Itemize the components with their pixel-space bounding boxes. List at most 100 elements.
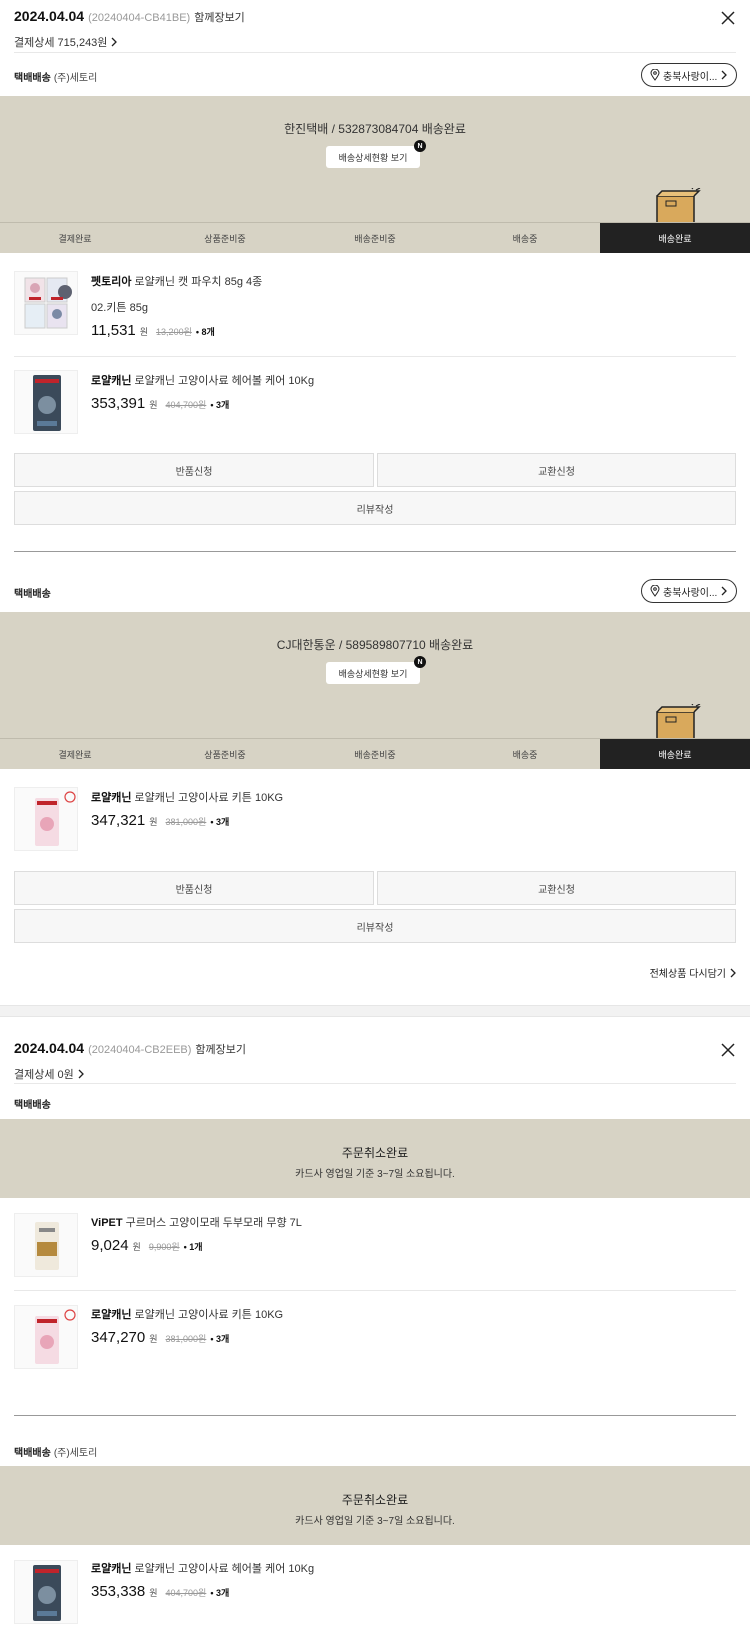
step-delivered: 배송완료 [600, 223, 750, 253]
location-button[interactable]: 충북사랑이... [641, 579, 737, 603]
product-price: 347,270 [91, 1329, 146, 1346]
close-icon[interactable] [719, 9, 737, 27]
reorder-all-link[interactable]: 전체상품 다시담기 [650, 965, 736, 980]
shipment-title: 택배배송 [14, 589, 51, 600]
product-thumbnail[interactable] [14, 787, 78, 851]
section-divider [0, 1005, 750, 1017]
product-quantity: • 3개 [210, 1588, 230, 1598]
tracking-number: 한진택배 / 532873084704 배송완료 [284, 122, 466, 136]
payment-detail-link[interactable]: 결제상세 0원 [14, 1066, 85, 1082]
tracking-banner: 한진택배 / 532873084704 배송완료 배송상세현황 보기 N [0, 96, 750, 223]
new-badge: N [414, 140, 426, 152]
chevron-right-icon [78, 1069, 84, 1079]
product-quantity: • 3개 [210, 817, 230, 827]
chevron-right-icon [721, 70, 728, 80]
shipment-type: 택배배송 [14, 73, 51, 84]
close-icon[interactable] [719, 1041, 737, 1059]
product-brand: 로얄캐닌 [91, 375, 132, 387]
product-price: 347,321 [91, 812, 146, 829]
product-name[interactable]: 펫토리아 로얄캐닌 캣 파우치 85g 4종 [91, 273, 262, 289]
step-preparing-product: 상품준비중 [204, 233, 246, 244]
product-quantity: • 3개 [210, 1334, 230, 1344]
product-thumbnail[interactable] [14, 370, 78, 434]
product-quantity: • 8개 [195, 327, 215, 337]
location-pin-icon [650, 69, 660, 81]
food-bag-image [33, 1565, 61, 1621]
step-paid: 결제완료 [58, 233, 92, 244]
product-title: 로얄캐닌 고양이사료 키튼 10KG [134, 1309, 284, 1321]
product-brand: 로얄캐닌 [91, 1309, 132, 1321]
seller-name: (주)세토리 [53, 73, 98, 84]
product-name[interactable]: 로얄캐닌 로얄캐닌 고양이사료 키튼 10KG [91, 789, 283, 805]
currency-unit: 원 [149, 400, 158, 410]
write-review-button[interactable]: 리뷰작성 [14, 491, 736, 525]
delivery-steps: 결제완료 상품준비중 배송준비중 배송중 배송완료 [0, 738, 750, 769]
product-title: 로얄캐닌 캣 파우치 85g 4종 [134, 276, 263, 288]
price-row: 9,024 원 9,900원 • 1개 [91, 1237, 203, 1254]
currency-unit: 원 [139, 327, 149, 337]
location-pin-icon [650, 585, 660, 597]
currency-unit: 원 [149, 1588, 158, 1598]
product-brand: 로얄캐닌 [91, 1563, 132, 1575]
step-in-transit: 배송중 [512, 233, 538, 244]
step-preparing-delivery: 배송준비중 [354, 233, 396, 244]
order-header: 2024.04.04 (20240404-CB2EEB) 함께장보기 [14, 1040, 246, 1057]
product-price: 353,338 [91, 1583, 146, 1600]
box-icon [656, 704, 701, 739]
return-request-button[interactable]: 반품신청 [14, 871, 374, 905]
food-bag-image [33, 375, 61, 431]
product-price: 353,391 [91, 395, 146, 412]
step-in-transit: 배송중 [512, 749, 538, 760]
new-badge: N [414, 656, 426, 668]
price-row: 353,391 원 404,700원 • 3개 [91, 395, 229, 412]
product-title: 로얄캐닌 고양이사료 헤어볼 케어 10Kg [134, 1563, 315, 1575]
product-thumbnail[interactable] [14, 271, 78, 335]
step-preparing-delivery: 배송준비중 [354, 749, 396, 760]
original-price: 9,900원 [148, 1242, 180, 1252]
delivery-steps: 결제완료 상품준비중 배송준비중 배송중 배송완료 [0, 222, 750, 253]
product-name[interactable]: 로얄캐닌 로얄캐닌 고양이사료 키튼 10KG [91, 1306, 283, 1322]
location-label: 충북사랑이... [663, 587, 718, 599]
product-quantity: • 3개 [210, 400, 230, 410]
product-price: 11,531 [91, 322, 136, 339]
product-thumbnail[interactable] [14, 1560, 78, 1624]
step-paid: 결제완료 [58, 749, 92, 760]
return-request-button[interactable]: 반품신청 [14, 453, 374, 487]
currency-unit: 원 [149, 1334, 158, 1344]
shipment-type: 택배배송 [14, 1448, 51, 1459]
product-brand: ViPET [91, 1217, 123, 1229]
shipment-title: 택배배송 (주)세토리 [14, 69, 97, 84]
location-button[interactable]: 충북사랑이... [641, 63, 737, 87]
delivery-detail-button[interactable]: 배송상세현황 보기 [326, 146, 420, 168]
exchange-request-button[interactable]: 교환신청 [377, 453, 736, 487]
order-date: 2024.04.04 [14, 8, 85, 24]
product-title: 구르머스 고양이모래 두부모래 무향 7L [125, 1217, 302, 1229]
original-price: 13,200원 [156, 327, 192, 337]
product-thumbnail[interactable] [14, 1305, 78, 1369]
product-brand: 로얄캐닌 [91, 792, 132, 804]
product-thumbnail[interactable] [14, 1213, 78, 1277]
shipment-title: 택배배송 [14, 1100, 51, 1111]
tracking-number: CJ대한통운 / 589589807710 배송완료 [276, 638, 474, 652]
product-quantity: • 1개 [183, 1242, 203, 1252]
currency-unit: 원 [149, 817, 158, 827]
exchange-request-button[interactable]: 교환신청 [377, 871, 736, 905]
product-title: 로얄캐닌 고양이사료 키튼 10KG [134, 792, 284, 804]
write-review-button[interactable]: 리뷰작성 [14, 909, 736, 943]
together-shopping-label: 함께장보기 [195, 1044, 247, 1056]
cat-pouch-image [24, 277, 72, 329]
kitten-food-image [35, 791, 76, 846]
original-price: 381,000원 [165, 1334, 207, 1344]
payment-detail-link[interactable]: 결제상세 715,243원 [14, 34, 118, 50]
product-name[interactable]: ViPET 구르머스 고양이모래 두부모래 무향 7L [91, 1214, 302, 1230]
original-price: 404,700원 [165, 400, 207, 410]
reorder-all-label: 전체상품 다시담기 [649, 969, 726, 980]
product-price: 9,024 [91, 1237, 129, 1254]
product-name[interactable]: 로얄캐닌 로얄캐닌 고양이사료 헤어볼 케어 10Kg [91, 1560, 314, 1576]
price-row: 11,531 원 13,200원 • 8개 [91, 322, 215, 339]
cancel-notice: 카드사 영업일 기준 3~7일 소요됩니다. [295, 1169, 455, 1180]
currency-unit: 원 [132, 1242, 141, 1252]
original-price: 404,700원 [165, 1588, 207, 1598]
product-name[interactable]: 로얄캐닌 로얄캐닌 고양이사료 헤어볼 케어 10Kg [91, 372, 314, 388]
delivery-detail-button[interactable]: 배송상세현황 보기 [326, 662, 420, 684]
